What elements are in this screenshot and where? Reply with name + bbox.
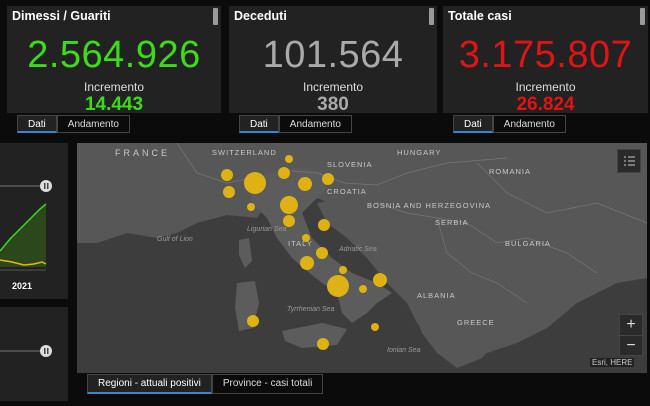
region-bubble[interactable] [300, 256, 314, 270]
total-cases-card: Totale casi 3.175.807 Incremento 26.824 [443, 6, 648, 115]
tab-province[interactable]: Province - casi totali [211, 374, 324, 394]
label-gulf-of-lion: Gulf of Lion [157, 236, 193, 243]
card-sub-label: Incremento [302, 80, 364, 94]
card-title: Totale casi [448, 9, 512, 23]
label-romania: ROMANIA [489, 167, 531, 176]
label-croatia: CROATIA [327, 187, 367, 196]
region-bubble[interactable] [327, 275, 349, 297]
region-bubble[interactable] [278, 167, 290, 179]
scrollbar[interactable] [429, 8, 434, 25]
label-bulgaria: BULGARIA [505, 239, 551, 248]
list-icon [624, 156, 635, 166]
map-canvas[interactable]: FRANCE SWITZERLAND SLOVENIA HUNGARY ROMA… [77, 143, 647, 373]
card-value: 3.175.807 [458, 34, 633, 76]
region-bubble[interactable] [247, 203, 255, 211]
deaths-card: Deceduti 101.564 Incremento 380 [229, 6, 437, 115]
label-tyrrhenian-sea: Tyrrhenian Sea [287, 306, 334, 313]
region-bubble[interactable] [318, 219, 330, 231]
slider-handle[interactable] [40, 345, 52, 357]
region-bubble[interactable] [316, 247, 328, 259]
italy-map[interactable]: FRANCE SWITZERLAND SLOVENIA HUNGARY ROMA… [77, 143, 647, 373]
region-bubble[interactable] [244, 172, 266, 194]
map-attribution[interactable]: Esri, HERE [590, 358, 635, 367]
zoom-in-button[interactable]: + [620, 315, 642, 336]
region-bubble[interactable] [359, 285, 367, 293]
region-bubble[interactable] [223, 186, 235, 198]
recovered-card: Dimessi / Guariti 2.564.926 Incremento 1… [7, 6, 221, 115]
label-switzerland: SWITZERLAND [212, 148, 277, 157]
card-increment: 14.443 [84, 94, 144, 115]
label-serbia: SERBIA [435, 218, 469, 227]
scrollbar[interactable] [213, 8, 218, 25]
card-title: Dimessi / Guariti [12, 9, 111, 23]
tab-dati[interactable]: Dati [453, 115, 493, 133]
region-bubble[interactable] [373, 273, 387, 287]
layer-list-button[interactable] [617, 149, 641, 173]
label-ligurian-sea: Ligurian Sea [247, 226, 286, 233]
region-bubble[interactable] [221, 169, 233, 181]
region-bubble[interactable] [298, 177, 312, 191]
region-bubble[interactable] [371, 323, 379, 331]
region-bubble[interactable] [247, 315, 259, 327]
card-value: 2.564.926 [27, 34, 201, 76]
label-greece: GREECE [457, 318, 495, 327]
region-bubble[interactable] [339, 266, 347, 274]
tab-dati[interactable]: Dati [239, 115, 279, 133]
label-albania: ALBANIA [417, 291, 456, 300]
map-tabs: Regioni - attuali positivi Province - ca… [87, 374, 324, 394]
scrollbar[interactable] [640, 8, 645, 25]
region-bubble[interactable] [280, 196, 298, 214]
zoom-controls: + − [619, 314, 643, 356]
tab-regioni[interactable]: Regioni - attuali positivi [87, 374, 212, 394]
tab-andamento[interactable]: Andamento [56, 115, 130, 133]
tab-andamento[interactable]: Andamento [278, 115, 352, 133]
card-tabs: Dati Andamento [239, 115, 352, 133]
label-slovenia: SLOVENIA [327, 160, 373, 169]
secondary-chart-panel [0, 307, 68, 401]
region-bubble[interactable] [322, 173, 334, 185]
chart-year-label: 2021 [12, 281, 32, 291]
tab-andamento[interactable]: Andamento [492, 115, 566, 133]
zoom-out-button[interactable]: − [620, 336, 642, 356]
card-tabs: Dati Andamento [17, 115, 130, 133]
label-bosnia: BOSNIA AND HERZEGOVINA [367, 201, 491, 210]
region-bubble[interactable] [285, 155, 293, 163]
label-ionian-sea: Ionian Sea [387, 347, 421, 354]
region-bubble[interactable] [283, 215, 295, 227]
trend-chart: 2021 [0, 180, 52, 291]
label-hungary: HUNGARY [397, 148, 441, 157]
card-value: 101.564 [262, 34, 404, 76]
slider-handle[interactable] [40, 180, 52, 192]
card-sub-label: Incremento [515, 80, 576, 94]
card-title: Deceduti [234, 9, 287, 23]
region-bubble[interactable] [317, 338, 329, 350]
card-sub-label: Incremento [83, 80, 145, 94]
label-adriatic-sea: Adriatic Sea [338, 246, 377, 253]
card-increment: 380 [317, 94, 349, 115]
card-increment: 26.824 [516, 94, 575, 115]
tab-dati[interactable]: Dati [17, 115, 57, 133]
card-tabs: Dati Andamento [453, 115, 566, 133]
trend-chart-panel: 2021 [0, 143, 68, 299]
region-bubble[interactable] [302, 234, 310, 242]
label-france: FRANCE [115, 148, 170, 158]
